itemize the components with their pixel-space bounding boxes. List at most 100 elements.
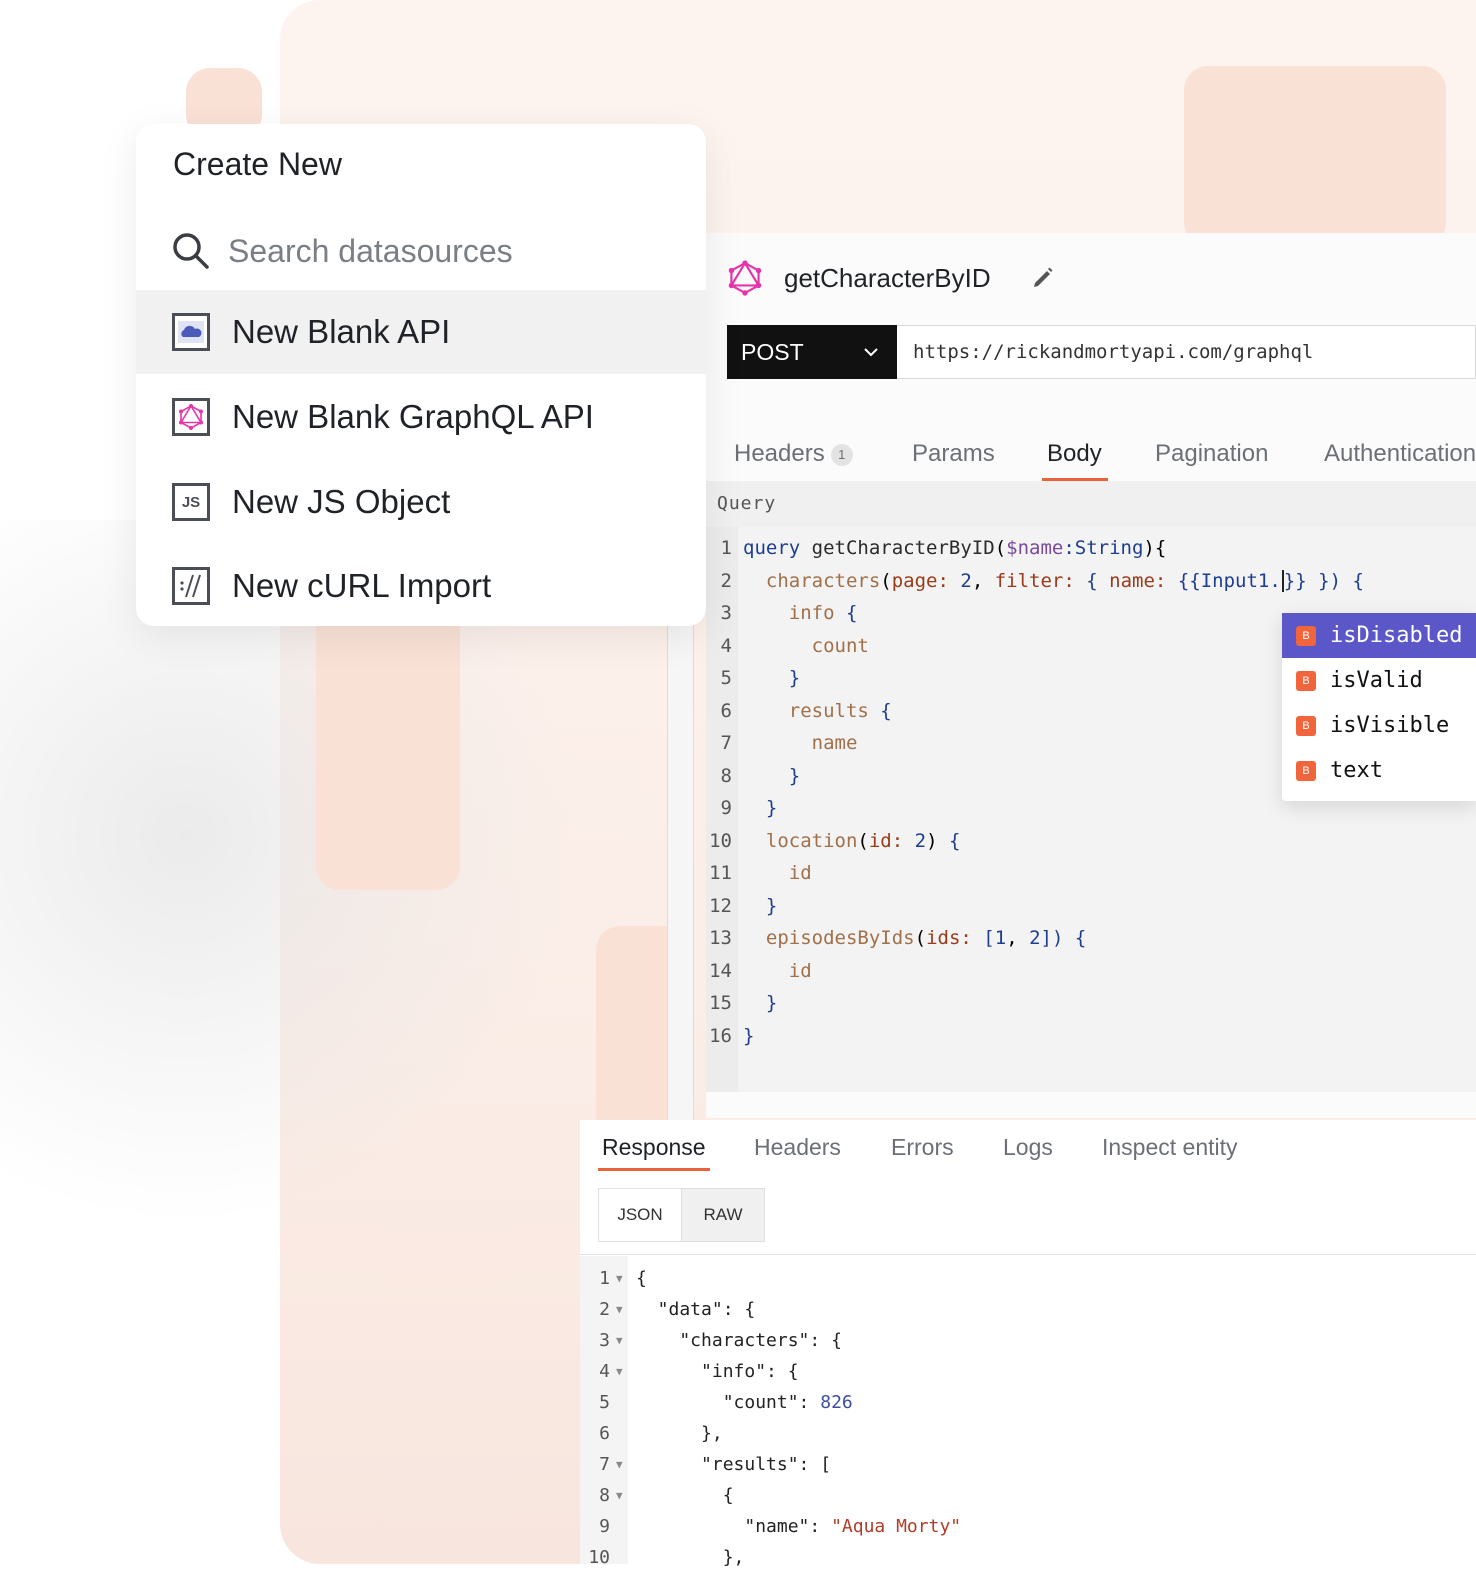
autocomplete-item[interactable]: B isDisabled	[1282, 613, 1476, 658]
fold-arrow-icon[interactable]: ▼	[616, 1458, 623, 1471]
method-value: POST	[741, 338, 804, 365]
background-pill	[1184, 66, 1446, 246]
view-mode-toggle: JSON RAW	[598, 1188, 765, 1242]
editor-header: getCharacterByID	[706, 233, 1476, 323]
line-number: 3	[599, 1330, 610, 1351]
headers-count-badge: 1	[830, 443, 853, 466]
autocomplete-label: isVisible	[1330, 713, 1450, 738]
line-number: 2	[720, 570, 732, 592]
boolean-badge-icon: B	[1296, 715, 1316, 736]
line-number: 10	[709, 830, 732, 852]
tab-response-headers[interactable]: Headers	[754, 1134, 841, 1161]
code-line: 9 }	[706, 797, 1476, 829]
code-line: 1 query getCharacterByID($name:String){	[706, 537, 1476, 569]
tab-body[interactable]: Body	[1047, 440, 1102, 468]
name-value: "Aqua Morty"	[831, 1516, 962, 1537]
autocomplete-label: isValid	[1330, 668, 1423, 693]
line-number: 7	[599, 1454, 610, 1475]
autocomplete-item[interactable]: B text	[1282, 748, 1476, 793]
json-line: 3 ▼ "characters": {	[580, 1330, 1476, 1361]
fold-arrow-icon[interactable]: ▼	[616, 1272, 623, 1285]
tab-authentication[interactable]: Authentication	[1324, 440, 1476, 468]
request-tabs: Headers 1 Params Body Pagination Authenti…	[706, 428, 1476, 483]
boolean-badge-icon: B	[1296, 625, 1316, 646]
menu-item-new-blank-api[interactable]: New Blank API	[136, 290, 706, 374]
query-section-header: Query	[706, 481, 1476, 527]
autocomplete-item[interactable]: B isValid	[1282, 658, 1476, 703]
line-number: 6	[599, 1423, 610, 1444]
json-line: 7 ▼ "results": [	[580, 1454, 1476, 1485]
tab-inspect-entity[interactable]: Inspect entity	[1102, 1134, 1238, 1161]
count-value: 826	[820, 1392, 853, 1413]
menu-item-label: New Blank GraphQL API	[232, 398, 594, 435]
menu-item-label: New JS Object	[232, 483, 451, 520]
search-datasources[interactable]: Search datasources	[172, 226, 513, 276]
autocomplete-dropdown: B isDisabled B isValid B isVisible B tex…	[1282, 613, 1476, 801]
menu-item-new-js-object[interactable]: JS New JS Object	[136, 460, 706, 544]
code-line: 13 episodesByIds(ids: [1, 2]) {	[706, 927, 1476, 959]
tab-label: Headers	[734, 440, 825, 467]
line-number: 8	[720, 765, 732, 787]
code-line: 2 characters(page: 2, filter: { name: {{…	[706, 570, 1476, 602]
json-line: 1 ▼{	[580, 1268, 1476, 1299]
line-number: 15	[709, 992, 732, 1014]
divider	[580, 1254, 1476, 1255]
json-line: 9 "name": "Aqua Morty"	[580, 1516, 1476, 1547]
fold-arrow-icon[interactable]: ▼	[616, 1365, 623, 1378]
line-number: 5	[599, 1392, 610, 1413]
json-line: 5 "count": 826	[580, 1392, 1476, 1423]
create-new-popover: Create New Search datasources New Blank …	[136, 124, 706, 626]
response-panel: Response Headers Errors Logs Inspect ent…	[580, 1120, 1476, 1568]
code-line: 11 id	[706, 862, 1476, 894]
menu-item-new-blank-graphql-api[interactable]: New Blank GraphQL API	[136, 375, 706, 459]
autocomplete-label: text	[1330, 758, 1383, 783]
menu-item-new-curl-import[interactable]: New cURL Import	[136, 544, 706, 626]
graphql-code-editor[interactable]: 1 query getCharacterByID($name:String){ 2…	[706, 527, 1476, 1092]
line-number: 4	[720, 635, 732, 657]
active-tab-indicator	[598, 1168, 710, 1171]
line-number: 10	[588, 1547, 610, 1568]
method-select[interactable]: POST	[727, 325, 897, 379]
url-input[interactable]: https://rickandmortyapi.com/graphql	[897, 325, 1476, 379]
json-line: 2 ▼ "data": {	[580, 1299, 1476, 1330]
tab-params[interactable]: Params	[912, 440, 995, 468]
menu-item-label: New Blank API	[232, 313, 451, 350]
menu-item-label: New cURL Import	[232, 567, 492, 604]
tab-response[interactable]: Response	[602, 1134, 706, 1161]
line-number: 8	[599, 1485, 610, 1506]
fold-arrow-icon[interactable]: ▼	[616, 1334, 623, 1347]
line-number: 2	[599, 1299, 610, 1320]
fold-arrow-icon[interactable]: ▼	[616, 1489, 623, 1502]
code-line: 14 id	[706, 960, 1476, 992]
background-pill	[316, 600, 460, 890]
tab-headers[interactable]: Headers 1	[734, 440, 853, 468]
line-number: 1	[720, 537, 732, 559]
curl-icon	[172, 567, 210, 605]
json-view-button[interactable]: JSON	[599, 1189, 681, 1241]
autocomplete-item[interactable]: B isVisible	[1282, 703, 1476, 748]
code-line: 10 location(id: 2) {	[706, 830, 1476, 862]
json-line: 6 },	[580, 1423, 1476, 1454]
line-number: 5	[720, 667, 732, 689]
autocomplete-label: isDisabled	[1330, 623, 1463, 648]
graphql-icon	[172, 398, 210, 436]
query-label: Query	[717, 493, 777, 514]
boolean-badge-icon: B	[1296, 760, 1316, 781]
raw-view-button[interactable]: RAW	[681, 1189, 764, 1241]
query-name[interactable]: getCharacterByID	[784, 263, 991, 294]
tab-errors[interactable]: Errors	[891, 1134, 954, 1161]
line-number: 14	[709, 960, 732, 982]
api-cloud-icon	[172, 313, 210, 351]
line-number: 1	[599, 1268, 610, 1289]
request-url-row: POST https://rickandmortyapi.com/graphql	[727, 325, 1476, 379]
search-icon	[173, 233, 209, 269]
json-line: 4 ▼ "info": {	[580, 1361, 1476, 1392]
pencil-icon[interactable]	[1031, 266, 1055, 290]
line-number: 9	[599, 1516, 610, 1537]
tab-logs[interactable]: Logs	[1003, 1134, 1053, 1161]
tab-pagination[interactable]: Pagination	[1155, 440, 1268, 468]
line-number: 4	[599, 1361, 610, 1382]
fold-arrow-icon[interactable]: ▼	[616, 1303, 623, 1316]
search-input[interactable]: Search datasources	[228, 233, 513, 270]
boolean-badge-icon: B	[1296, 670, 1316, 691]
